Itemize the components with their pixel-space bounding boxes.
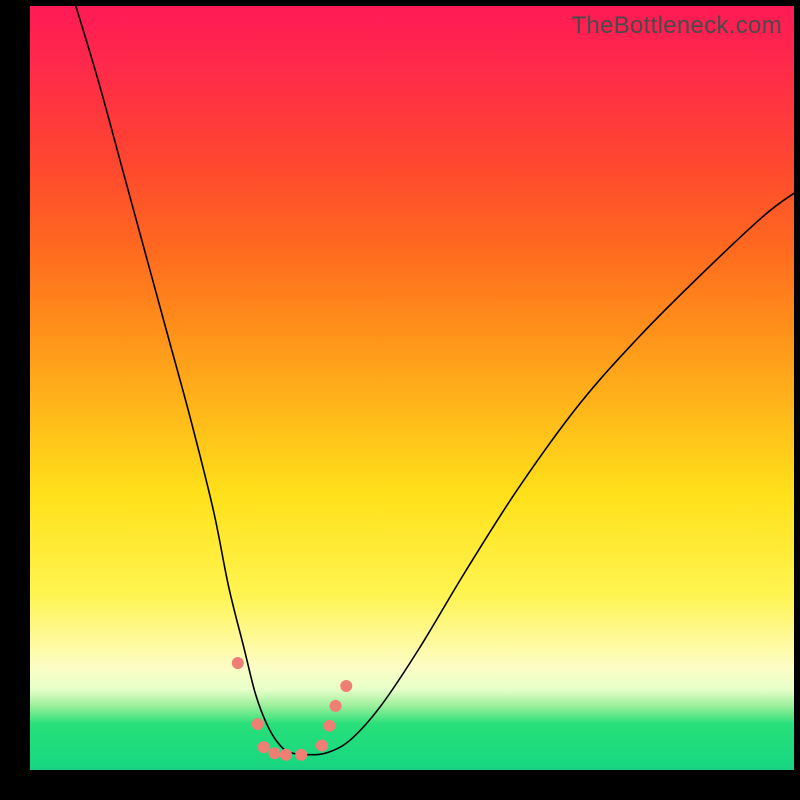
data-dot: [323, 720, 335, 732]
data-dot: [252, 718, 264, 730]
data-dot: [340, 680, 352, 692]
data-dot: [330, 700, 342, 712]
data-dot: [316, 740, 328, 752]
bottleneck-curve: [76, 6, 794, 755]
data-dot: [268, 747, 280, 759]
chart-frame: TheBottleneck.com: [0, 0, 800, 800]
data-dot: [232, 657, 244, 669]
chart-plot-area: TheBottleneck.com: [30, 6, 794, 770]
data-dot: [295, 749, 307, 761]
data-dot: [280, 749, 292, 761]
chart-svg: [30, 6, 794, 770]
data-dot: [258, 741, 270, 753]
